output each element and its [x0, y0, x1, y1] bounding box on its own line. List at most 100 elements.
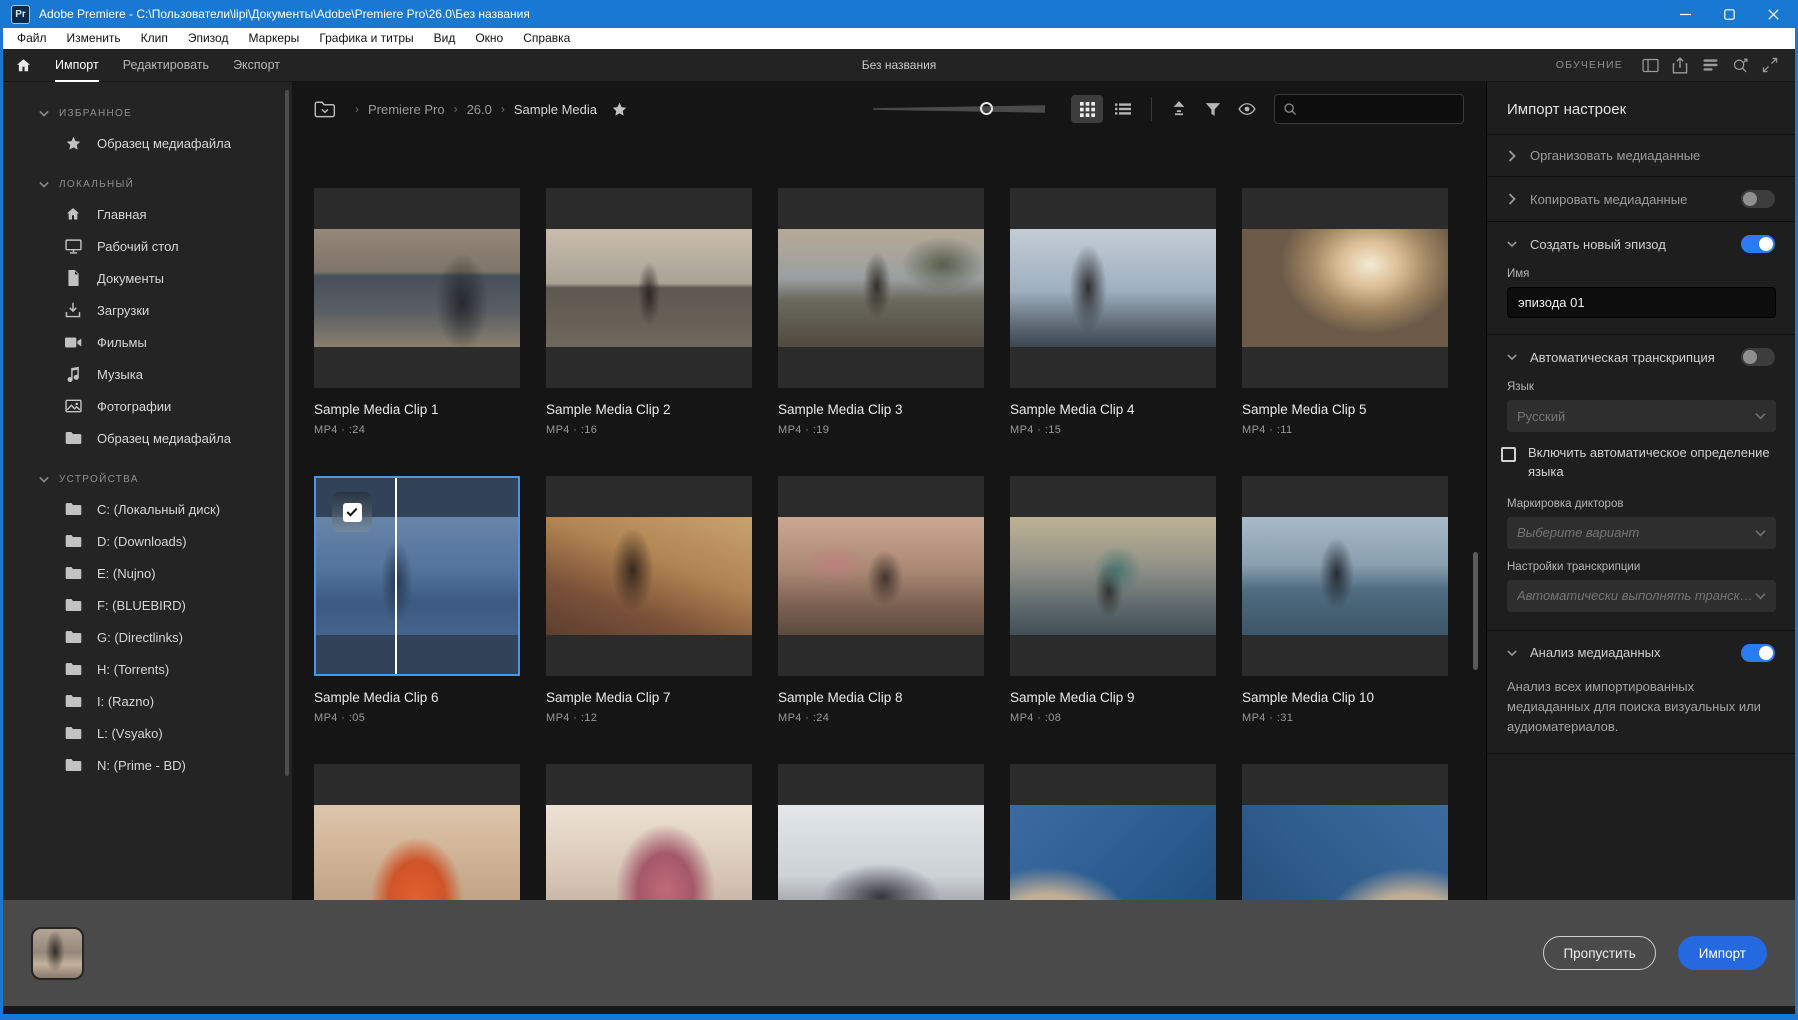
- sidebar-section-header[interactable]: УСТРОЙСТВА: [3, 468, 292, 493]
- sidebar-item[interactable]: Документы: [3, 262, 292, 294]
- breadcrumb-item[interactable]: Premiere Pro: [368, 102, 445, 117]
- sidebar-item[interactable]: Образец медиафайла: [3, 422, 292, 454]
- auto-detect-language-option[interactable]: Включить автоматическое определение язык…: [1501, 444, 1775, 482]
- filter-icon[interactable]: [1198, 95, 1228, 123]
- clip-card[interactable]: [546, 476, 752, 676]
- breadcrumb-item[interactable]: Sample Media: [514, 102, 597, 117]
- breadcrumb-item[interactable]: 26.0: [467, 102, 492, 117]
- skip-button[interactable]: Пропустить: [1543, 936, 1655, 970]
- sidebar-item[interactable]: C: (Локальный диск): [3, 493, 292, 525]
- menu-item[interactable]: Вид: [424, 28, 466, 49]
- clip-card[interactable]: [1010, 764, 1216, 900]
- transcription-settings-select[interactable]: Автоматически выполнять транскри...: [1507, 580, 1776, 612]
- clip-checkbox[interactable]: [332, 492, 372, 532]
- auto-detect-checkbox[interactable]: [1501, 447, 1516, 462]
- home-button[interactable]: [3, 49, 43, 82]
- section-label: Организовать медиаданные: [1530, 148, 1775, 163]
- media-analysis-toggle[interactable]: [1741, 644, 1775, 662]
- clip-card[interactable]: [1242, 764, 1448, 900]
- section-auto-transcription[interactable]: Автоматическая транскрипция: [1487, 335, 1795, 379]
- maximize-button[interactable]: [1707, 0, 1751, 28]
- clip-card[interactable]: [778, 476, 984, 676]
- share-icon[interactable]: [1665, 49, 1695, 82]
- hover-scrubber[interactable]: [395, 478, 397, 674]
- list-view-button[interactable]: [1107, 95, 1139, 123]
- sidebar-item-label: G: (Directlinks): [97, 630, 183, 645]
- folder-dropdown-icon[interactable]: [314, 100, 336, 118]
- header-right-controls: ОБУЧЕНИЕ: [1556, 49, 1795, 82]
- section-copy-media[interactable]: Копировать медиаданные: [1487, 177, 1795, 221]
- language-select[interactable]: Русский: [1507, 400, 1776, 432]
- menu-item[interactable]: Окно: [465, 28, 513, 49]
- favorite-star-icon[interactable]: [611, 101, 628, 118]
- clip-card[interactable]: [546, 764, 752, 900]
- sidebar-item[interactable]: Фотографии: [3, 390, 292, 422]
- sidebar-item[interactable]: F: (BLUEBIRD): [3, 589, 292, 621]
- sidebar-item-label: Образец медиафайла: [97, 431, 231, 446]
- transcription-toggle[interactable]: [1741, 348, 1775, 366]
- fullscreen-icon[interactable]: [1755, 49, 1785, 82]
- sidebar-scrollbar[interactable]: [285, 90, 289, 776]
- section-media-analysis[interactable]: Анализ медиаданных: [1487, 631, 1795, 675]
- clip-metadata: MP4 · :05: [314, 712, 520, 724]
- clip-card-selected[interactable]: [314, 476, 520, 676]
- sidebar-section-header[interactable]: ЛОКАЛЬНЫЙ: [3, 173, 292, 198]
- grid-scrollbar[interactable]: [1473, 552, 1478, 670]
- learn-label[interactable]: ОБУЧЕНИЕ: [1556, 59, 1623, 71]
- thumbnail-zoom-slider[interactable]: [873, 101, 1045, 117]
- sidebar-item[interactable]: Музыка: [3, 358, 292, 390]
- sidebar-item[interactable]: Загрузки: [3, 294, 292, 326]
- clip-card[interactable]: [1010, 476, 1216, 676]
- sequence-name-input[interactable]: [1507, 287, 1776, 318]
- mode-tab[interactable]: Редактировать: [111, 49, 221, 82]
- close-button[interactable]: [1751, 0, 1795, 28]
- section-new-sequence[interactable]: Создать новый эпизод: [1487, 222, 1795, 266]
- mode-tab[interactable]: Экспорт: [221, 49, 292, 82]
- minimize-button[interactable]: [1663, 0, 1707, 28]
- clip-card[interactable]: [1010, 188, 1216, 388]
- sort-icon[interactable]: [1164, 95, 1194, 123]
- grid-view-button[interactable]: [1071, 95, 1103, 123]
- menu-item[interactable]: Маркеры: [238, 28, 309, 49]
- workspaces-icon[interactable]: [1695, 49, 1725, 82]
- sidebar-item[interactable]: D: (Downloads): [3, 525, 292, 557]
- image-icon: [63, 399, 83, 413]
- clip-card[interactable]: [778, 764, 984, 900]
- quick-search-icon[interactable]: [1725, 49, 1755, 82]
- sidebar-section-header[interactable]: ИЗБРАННОЕ: [3, 102, 292, 127]
- search-box[interactable]: [1274, 94, 1464, 124]
- clip-card[interactable]: [314, 188, 520, 388]
- menu-item[interactable]: Клип: [131, 28, 178, 49]
- sidebar-item[interactable]: I: (Razno): [3, 685, 292, 717]
- clip-card[interactable]: [1242, 188, 1448, 388]
- preview-eye-icon[interactable]: [1232, 95, 1262, 123]
- sidebar-item[interactable]: H: (Torrents): [3, 653, 292, 685]
- sidebar-item[interactable]: Главная: [3, 198, 292, 230]
- sidebar-item[interactable]: N: (Prime - BD): [3, 749, 292, 781]
- clip-card[interactable]: [314, 764, 520, 900]
- sidebar-item[interactable]: Образец медиафайла: [3, 127, 292, 159]
- zoom-slider-knob[interactable]: [980, 102, 993, 115]
- sidebar-item[interactable]: E: (Nujno): [3, 557, 292, 589]
- mode-tab[interactable]: Импорт: [43, 49, 111, 82]
- menu-item[interactable]: Изменить: [57, 28, 131, 49]
- copy-media-toggle[interactable]: [1741, 190, 1775, 208]
- learn-panel-icon[interactable]: [1635, 49, 1665, 82]
- sidebar-item[interactable]: G: (Directlinks): [3, 621, 292, 653]
- search-input[interactable]: [1303, 102, 1458, 116]
- selected-clip-thumbnail: [31, 927, 84, 980]
- menu-item[interactable]: Справка: [513, 28, 580, 49]
- menu-item[interactable]: Графика и титры: [309, 28, 423, 49]
- new-sequence-toggle[interactable]: [1741, 235, 1775, 253]
- menu-item[interactable]: Файл: [7, 28, 57, 49]
- clip-card[interactable]: [1242, 476, 1448, 676]
- sidebar-item[interactable]: L: (Vsyako): [3, 717, 292, 749]
- menu-item[interactable]: Эпизод: [178, 28, 239, 49]
- speaker-labeling-select[interactable]: Выберите вариант: [1507, 517, 1776, 549]
- import-button[interactable]: Импорт: [1678, 936, 1767, 970]
- section-organize-media[interactable]: Организовать медиаданные: [1487, 135, 1795, 176]
- sidebar-item[interactable]: Рабочий стол: [3, 230, 292, 262]
- clip-card[interactable]: [778, 188, 984, 388]
- sidebar-item[interactable]: Фильмы: [3, 326, 292, 358]
- clip-card[interactable]: [546, 188, 752, 388]
